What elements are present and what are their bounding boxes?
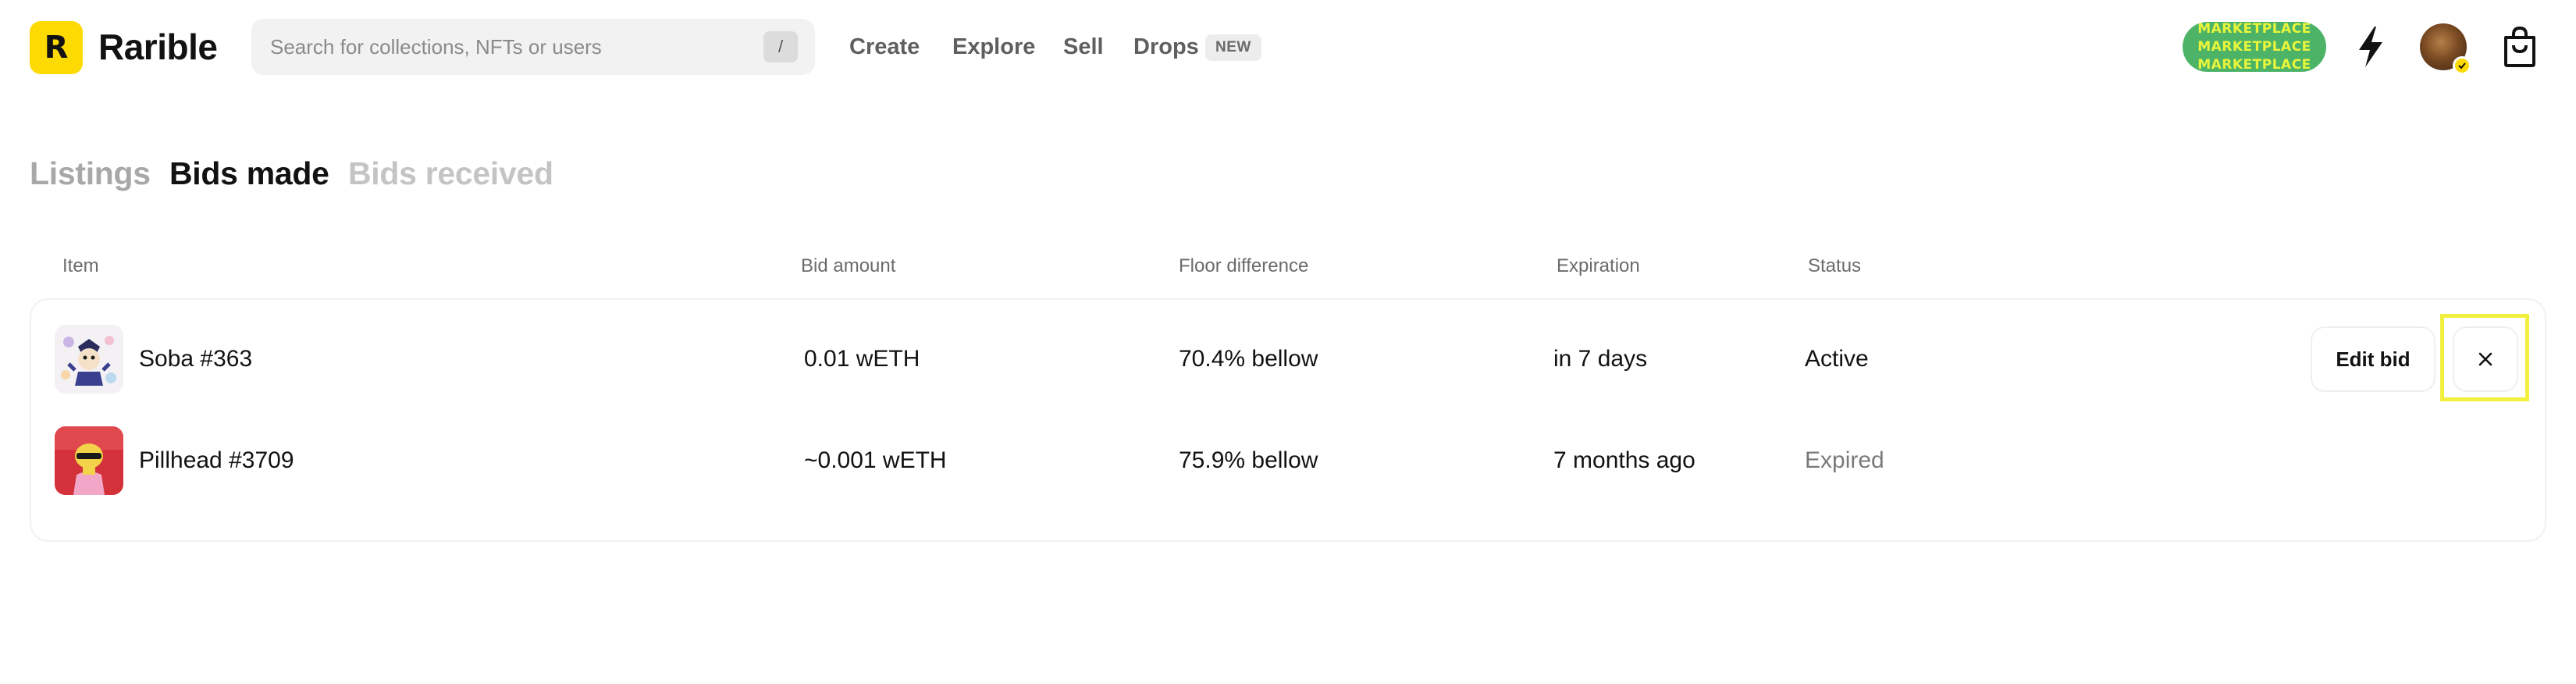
- status-label: Active: [1805, 346, 1869, 372]
- tab-bids-received[interactable]: Bids received: [348, 150, 553, 197]
- column-header-item: Item: [62, 255, 99, 276]
- marketplace-badge[interactable]: MARKETPLACE MARKETPLACE MARKETPLACE: [2183, 22, 2326, 72]
- bolt-icon[interactable]: [2354, 25, 2387, 69]
- column-header-floor-difference: Floor difference: [1179, 255, 1309, 276]
- nav-sell[interactable]: Sell: [1063, 0, 1104, 94]
- status-label: Expired: [1805, 447, 1884, 473]
- nft-thumbnail[interactable]: [55, 426, 123, 495]
- bid-amount: 0.01 wETH: [804, 346, 920, 372]
- marketplace-badge-line: MARKETPLACE: [2197, 57, 2311, 72]
- cancel-bid-button[interactable]: [2453, 326, 2518, 392]
- column-header-expiration: Expiration: [1557, 255, 1640, 276]
- table-row: Pillhead #3709 ~0.001 wETH 75.9% bellow …: [0, 420, 2576, 498]
- expiration: 7 months ago: [1553, 447, 1695, 473]
- top-navbar: R Rarible Search for collections, NFTs o…: [0, 0, 2576, 94]
- search-placeholder: Search for collections, NFTs or users: [270, 35, 602, 59]
- bag-icon[interactable]: [2501, 25, 2539, 69]
- item-name[interactable]: Soba #363: [139, 319, 252, 400]
- edit-bid-button[interactable]: Edit bid: [2311, 326, 2435, 392]
- rarible-logo[interactable]: R: [30, 21, 83, 74]
- tab-listings[interactable]: Listings: [30, 150, 151, 197]
- floor-difference: 70.4% bellow: [1179, 346, 1318, 372]
- search-input[interactable]: Search for collections, NFTs or users /: [251, 19, 815, 75]
- table-row: Soba #363 0.01 wETH 70.4% bellow in 7 da…: [0, 314, 2576, 401]
- marketplace-badge-line: MARKETPLACE: [2197, 39, 2311, 55]
- column-header-bid-amount: Bid amount: [801, 255, 896, 276]
- close-icon: [2478, 352, 2492, 366]
- app-name[interactable]: Rarible: [98, 23, 218, 70]
- floor-difference: 75.9% bellow: [1179, 447, 1318, 473]
- nft-thumbnail[interactable]: [55, 325, 123, 394]
- tab-bids-made[interactable]: Bids made: [169, 150, 329, 197]
- new-badge: NEW: [1205, 34, 1261, 61]
- bid-amount: ~0.001 wETH: [804, 447, 947, 473]
- marketplace-badge-line: MARKETPLACE: [2197, 22, 2311, 37]
- nav-create[interactable]: Create: [849, 0, 920, 94]
- logo-letter: R: [44, 30, 69, 66]
- expiration: in 7 days: [1553, 346, 1648, 372]
- item-name[interactable]: Pillhead #3709: [139, 420, 294, 501]
- search-shortcut-key: /: [763, 31, 798, 62]
- nav-explore[interactable]: Explore: [952, 0, 1035, 94]
- column-header-status: Status: [1808, 255, 1862, 276]
- nav-drops[interactable]: Drops: [1133, 0, 1199, 94]
- verified-check-icon: [2453, 56, 2471, 75]
